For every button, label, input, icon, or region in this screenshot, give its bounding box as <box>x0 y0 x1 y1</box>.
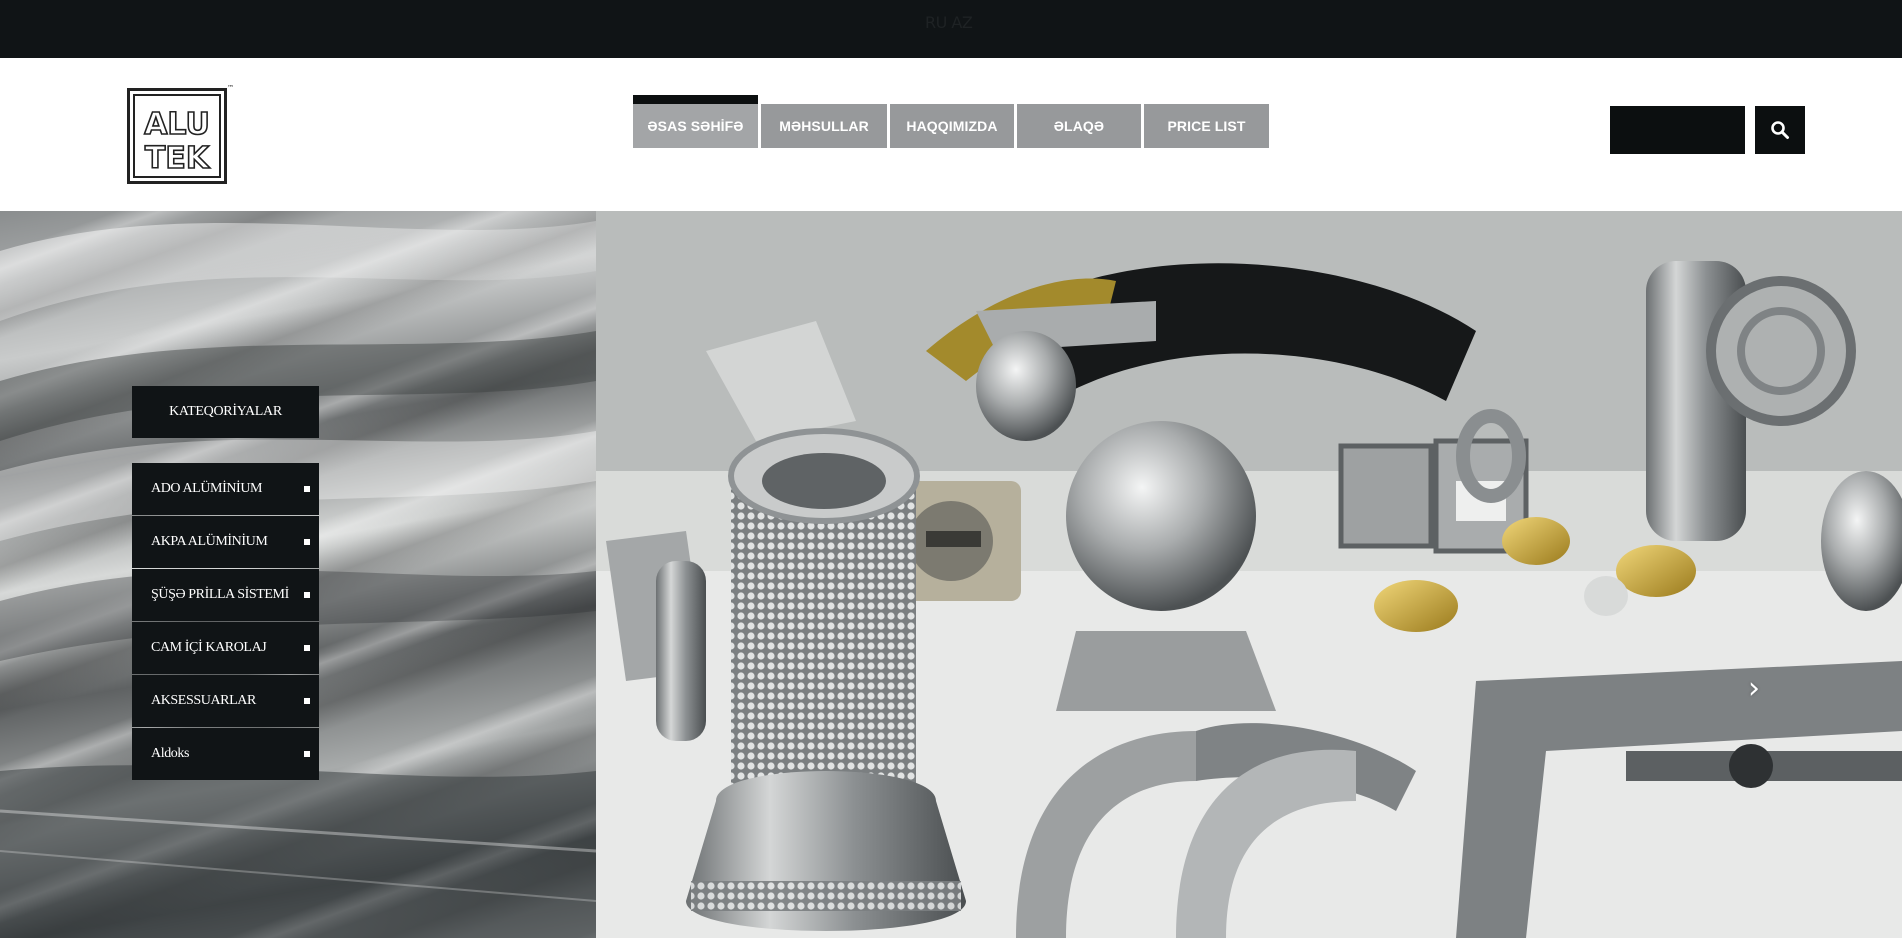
search-button[interactable] <box>1755 106 1805 154</box>
search-input[interactable] <box>1610 106 1745 154</box>
category-item-aldoks[interactable]: Aldoks <box>132 728 319 780</box>
categories-header: KATEQORİYALAR <box>132 386 319 438</box>
category-item-ado-aluminium[interactable]: ADO ALÜMİNİUM <box>132 463 319 515</box>
categories-list: ADO ALÜMİNİUM AKPA ALÜMİNİUM ŞÜŞƏ PRİLLA… <box>132 463 319 781</box>
logo-trademark: ™ <box>227 84 234 92</box>
slider-next-arrow[interactable]: › <box>1748 671 1760 706</box>
top-bar: RU AZ <box>0 0 1902 58</box>
nav-active-indicator <box>633 95 758 104</box>
alutek-logo[interactable]: ALU TEK <box>127 88 227 184</box>
category-label: Aldoks <box>151 746 190 761</box>
language-az[interactable]: AZ <box>951 13 972 32</box>
category-label: AKSESSUARLAR <box>151 693 256 708</box>
category-label: ŞÜŞƏ PRİLLA SİSTEMİ <box>151 587 289 602</box>
logo-line-1: ALU <box>144 107 210 142</box>
square-bullet-icon <box>304 592 310 598</box>
square-bullet-icon <box>304 698 310 704</box>
category-item-prilla-system[interactable]: ŞÜŞƏ PRİLLA SİSTEMİ <box>132 569 319 621</box>
logo-line-2: TEK <box>145 141 211 176</box>
nav-item-price-list[interactable]: PRICE LIST <box>1144 104 1269 148</box>
category-item-akpa-aluminium[interactable]: AKPA ALÜMİNİUM <box>132 516 319 568</box>
nav-item-contact[interactable]: ƏLAQƏ <box>1017 104 1141 148</box>
category-label: CAM İÇİ KAROLAJ <box>151 640 267 655</box>
nav-item-products[interactable]: MƏHSULLAR <box>761 104 887 148</box>
language-ru[interactable]: RU <box>925 13 951 32</box>
square-bullet-icon <box>304 645 310 651</box>
square-bullet-icon <box>304 751 310 757</box>
search-icon <box>1771 121 1789 139</box>
category-label: ADO ALÜMİNİUM <box>151 481 263 496</box>
category-item-cam-ici-karolaj[interactable]: CAM İÇİ KAROLAJ <box>132 622 319 674</box>
nav-item-about[interactable]: HAQQIMIZDA <box>890 104 1014 148</box>
hero-product-image <box>596 211 1902 938</box>
category-item-aksessuarlar[interactable]: AKSESSUARLAR <box>132 675 319 727</box>
hero-slider: › <box>596 211 1902 938</box>
main-nav: ƏSAS SƏHİFƏ MƏHSULLAR HAQQIMIZDA ƏLAQƏ P… <box>633 104 1272 148</box>
language-switcher: RU AZ <box>925 13 973 32</box>
square-bullet-icon <box>304 539 310 545</box>
nav-item-home[interactable]: ƏSAS SƏHİFƏ <box>633 104 758 148</box>
category-label: AKPA ALÜMİNİUM <box>151 534 268 549</box>
square-bullet-icon <box>304 486 310 492</box>
